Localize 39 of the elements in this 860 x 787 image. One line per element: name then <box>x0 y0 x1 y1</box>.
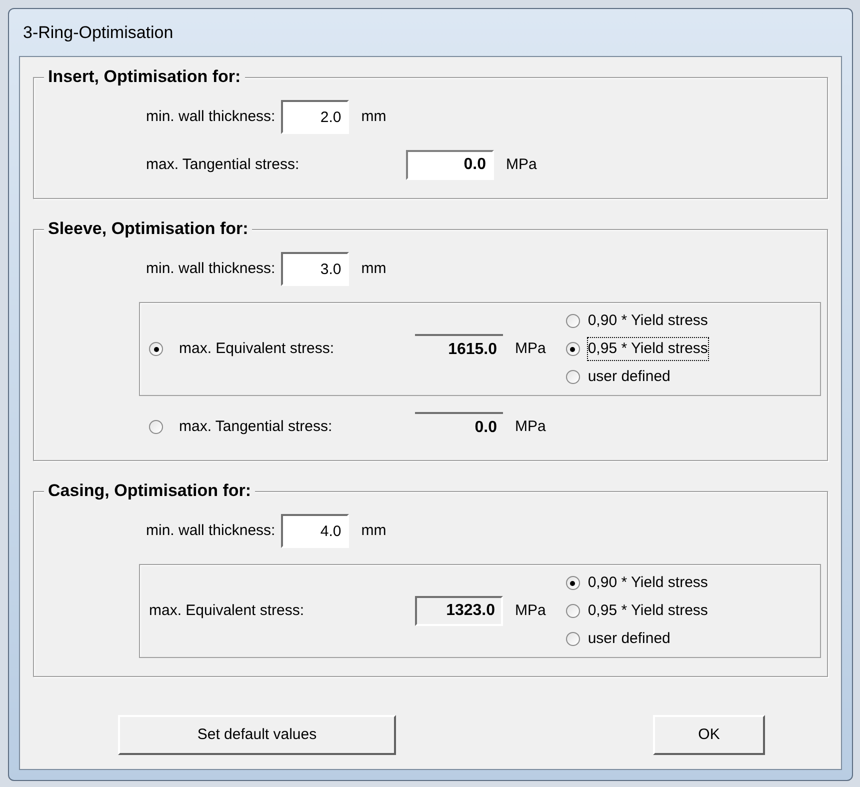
option-label: 0,95 * Yield stress <box>588 600 708 621</box>
unit-label: MPa <box>515 338 546 359</box>
radio-button[interactable] <box>566 604 580 618</box>
radio-button[interactable] <box>149 342 163 356</box>
field-label: min. wall thickness: <box>146 520 276 541</box>
unit-label: mm <box>361 258 386 279</box>
value-display: 0.0 <box>406 150 494 180</box>
field-label: max. Tangential stress: <box>179 416 332 437</box>
group-title: Sleeve, Optimisation for: <box>44 219 252 239</box>
field-label: min. wall thickness: <box>146 258 276 279</box>
option-label: 0,95 * Yield stress <box>588 338 708 360</box>
option-label: 0,90 * Yield stress <box>588 572 708 593</box>
option-label: 0,90 * Yield stress <box>588 310 708 331</box>
field-label: max. Tangential stress: <box>146 154 300 175</box>
group-title: Casing, Optimisation for: <box>44 481 256 501</box>
unit-label: mm <box>361 520 386 541</box>
window-title: 3-Ring-Optimisation <box>23 22 174 44</box>
input-field[interactable]: 3.0 <box>281 252 350 286</box>
radio-button[interactable] <box>566 314 580 328</box>
field-label: max. Equivalent stress: <box>149 600 304 621</box>
input-field[interactable]: 2.0 <box>281 100 350 134</box>
field-label: max. Equivalent stress: <box>179 338 334 359</box>
radio-button[interactable] <box>566 342 580 356</box>
unit-label: mm <box>361 106 386 127</box>
input-field[interactable]: 4.0 <box>281 514 350 548</box>
unit-label: MPa <box>515 600 546 621</box>
group-title: Insert, Optimisation for: <box>44 67 245 87</box>
option-label: user defined <box>588 366 670 387</box>
dialog-button[interactable]: OK <box>653 715 765 755</box>
unit-label: MPa <box>515 416 546 437</box>
radio-button[interactable] <box>566 632 580 646</box>
radio-button[interactable] <box>149 420 163 434</box>
value-display: 1323.0 <box>415 596 503 626</box>
unit-label: MPa <box>506 154 537 175</box>
radio-button[interactable] <box>566 370 580 384</box>
dialog-button[interactable]: Set default values <box>118 715 396 755</box>
option-label: user defined <box>588 628 670 649</box>
field-label: min. wall thickness: <box>146 106 276 127</box>
radio-button[interactable] <box>566 576 580 590</box>
